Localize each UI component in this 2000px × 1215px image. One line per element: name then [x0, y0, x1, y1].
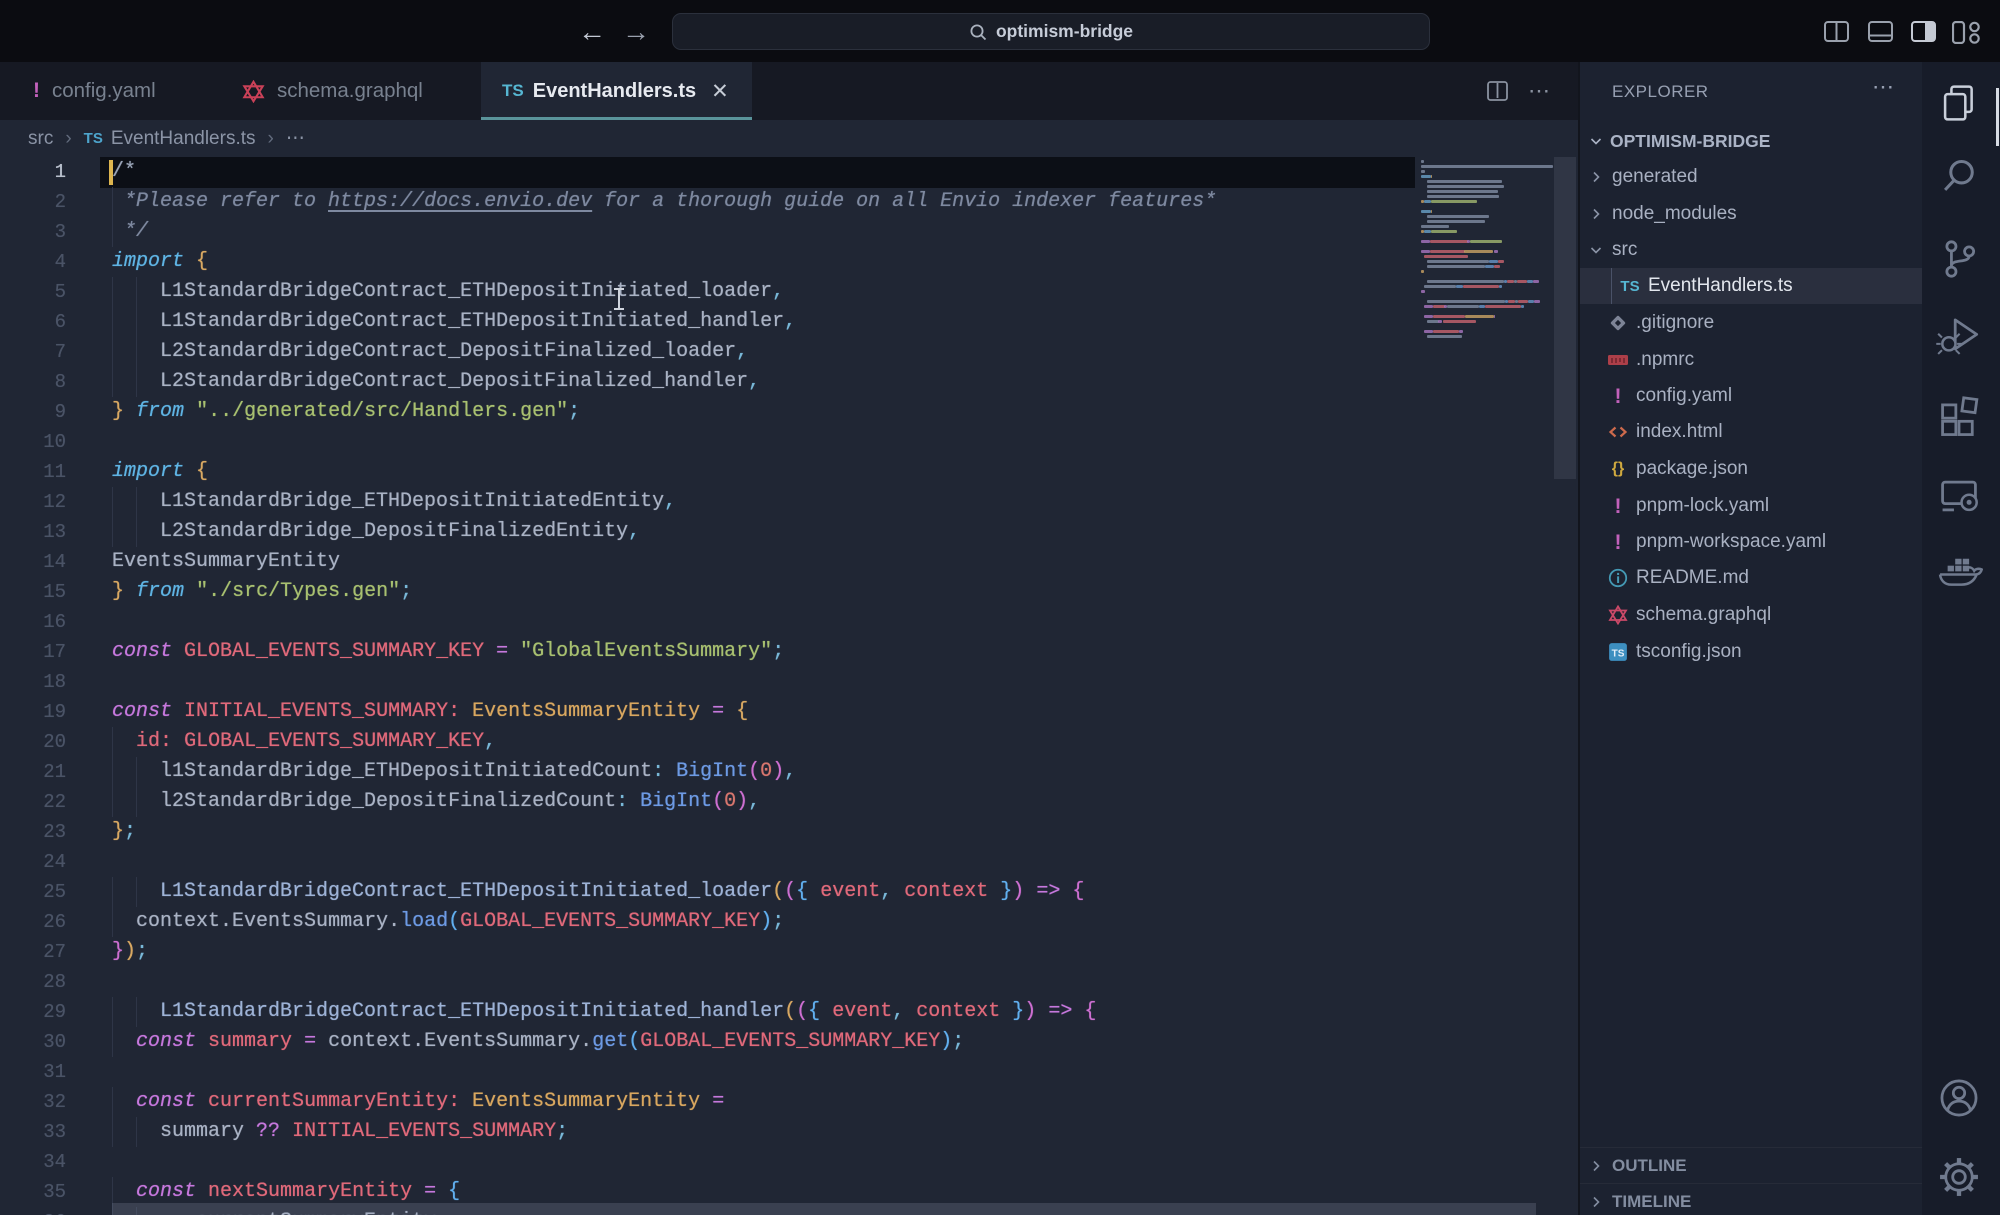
- svg-text:TS: TS: [1612, 648, 1625, 659]
